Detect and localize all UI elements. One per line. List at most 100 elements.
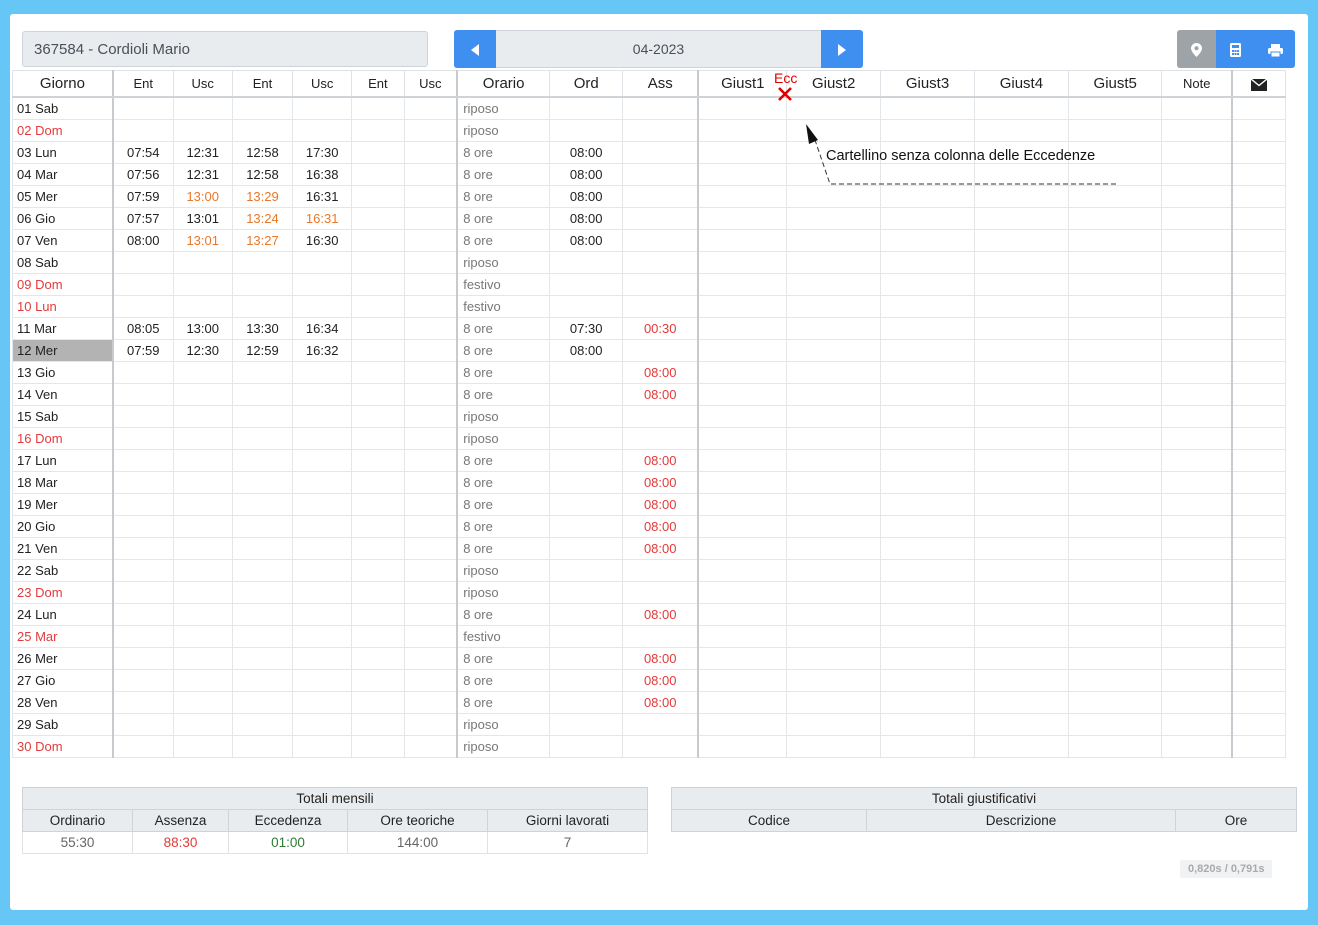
note-cell[interactable] (1161, 691, 1234, 714)
giust5-cell[interactable] (1068, 317, 1163, 340)
giust1-cell[interactable] (697, 537, 787, 560)
table-row[interactable]: 20 Gio 8 ore 08:00 (11, 515, 1287, 538)
time-cell[interactable] (172, 295, 233, 318)
time-cell[interactable] (231, 515, 294, 538)
time-cell[interactable] (231, 405, 294, 428)
email-cell[interactable] (1231, 713, 1287, 736)
time-cell[interactable] (231, 603, 294, 626)
time-cell[interactable] (112, 427, 174, 450)
time-cell[interactable] (403, 581, 458, 604)
day-cell[interactable]: 10 Lun (11, 295, 114, 318)
time-cell[interactable] (112, 669, 174, 692)
giust5-cell[interactable] (1068, 185, 1163, 208)
table-row[interactable]: 15 Sab riposo (11, 405, 1287, 428)
giust3-cell[interactable] (880, 163, 975, 186)
time-cell[interactable] (172, 273, 233, 296)
time-cell[interactable] (403, 603, 458, 626)
giust1-cell[interactable] (697, 229, 787, 252)
giust2-cell[interactable] (785, 603, 882, 626)
table-row[interactable]: 16 Dom riposo (11, 427, 1287, 450)
time-cell[interactable] (351, 339, 405, 362)
giust5-cell[interactable] (1068, 449, 1163, 472)
giust2-cell[interactable] (785, 339, 882, 362)
giust3-cell[interactable] (880, 691, 975, 714)
time-cell[interactable] (112, 96, 174, 120)
email-cell[interactable] (1231, 141, 1287, 164)
email-cell[interactable] (1231, 317, 1287, 340)
email-cell[interactable] (1231, 669, 1287, 692)
giust4-cell[interactable] (973, 229, 1070, 252)
day-cell[interactable]: 11 Mar (11, 317, 114, 340)
note-cell[interactable] (1161, 515, 1234, 538)
giust5-cell[interactable] (1068, 339, 1163, 362)
email-cell[interactable] (1231, 559, 1287, 582)
time-cell[interactable] (351, 427, 405, 450)
time-cell[interactable] (351, 317, 405, 340)
giust3-cell[interactable] (880, 471, 975, 494)
time-cell[interactable]: 16:38 (292, 163, 353, 186)
time-cell[interactable] (351, 625, 405, 648)
time-cell[interactable]: 13:01 (172, 207, 233, 230)
table-row[interactable]: 13 Gio 8 ore 08:00 (11, 361, 1287, 384)
time-cell[interactable] (403, 471, 458, 494)
giust5-cell[interactable] (1068, 559, 1163, 582)
giust3-cell[interactable] (880, 405, 975, 428)
time-cell[interactable] (351, 647, 405, 670)
table-row[interactable]: 26 Mer 8 ore 08:00 (11, 647, 1287, 670)
time-cell[interactable] (112, 537, 174, 560)
giust2-cell[interactable] (785, 647, 882, 670)
time-cell[interactable] (351, 119, 405, 142)
giust2-cell[interactable] (785, 119, 882, 142)
note-cell[interactable] (1161, 647, 1234, 670)
time-cell[interactable] (112, 119, 174, 142)
day-cell[interactable]: 04 Mar (11, 163, 114, 186)
time-cell[interactable] (292, 427, 353, 450)
giust2-cell[interactable] (785, 317, 882, 340)
email-cell[interactable] (1231, 251, 1287, 274)
time-cell[interactable] (172, 449, 233, 472)
giust3-cell[interactable] (880, 581, 975, 604)
giust2-cell[interactable] (785, 493, 882, 516)
day-cell[interactable]: 18 Mar (11, 471, 114, 494)
giust1-cell[interactable] (697, 669, 787, 692)
giust5-cell[interactable] (1068, 691, 1163, 714)
giust4-cell[interactable] (973, 471, 1070, 494)
giust5-cell[interactable] (1068, 207, 1163, 230)
time-cell[interactable] (351, 493, 405, 516)
email-cell[interactable] (1231, 163, 1287, 186)
giust2-cell[interactable] (785, 471, 882, 494)
note-cell[interactable] (1161, 427, 1234, 450)
time-cell[interactable]: 08:05 (112, 317, 174, 340)
time-cell[interactable] (403, 96, 458, 120)
giust5-cell[interactable] (1068, 471, 1163, 494)
giust3-cell[interactable] (880, 119, 975, 142)
time-cell[interactable] (172, 669, 233, 692)
time-cell[interactable] (292, 449, 353, 472)
giust2-cell[interactable] (785, 735, 882, 758)
time-cell[interactable] (351, 515, 405, 538)
giust1-cell[interactable] (697, 691, 787, 714)
time-cell[interactable] (351, 713, 405, 736)
giust1-cell[interactable] (697, 713, 787, 736)
note-cell[interactable] (1161, 493, 1234, 516)
table-row[interactable]: 17 Lun 8 ore 08:00 (11, 449, 1287, 472)
time-cell[interactable] (403, 207, 458, 230)
giust4-cell[interactable] (973, 735, 1070, 758)
giust1-cell[interactable] (697, 273, 787, 296)
email-cell[interactable] (1231, 581, 1287, 604)
time-cell[interactable] (403, 713, 458, 736)
time-cell[interactable] (351, 295, 405, 318)
time-cell[interactable]: 16:31 (292, 185, 353, 208)
table-row[interactable]: 14 Ven 8 ore 08:00 (11, 383, 1287, 406)
employee-field[interactable]: 367584 - Cordioli Mario (22, 31, 428, 67)
giust4-cell[interactable] (973, 207, 1070, 230)
time-cell[interactable] (172, 427, 233, 450)
email-cell[interactable] (1231, 647, 1287, 670)
giust1-cell[interactable] (697, 515, 787, 538)
time-cell[interactable] (403, 625, 458, 648)
time-cell[interactable]: 07:57 (112, 207, 174, 230)
giust4-cell[interactable] (973, 251, 1070, 274)
note-cell[interactable] (1161, 735, 1234, 758)
note-cell[interactable] (1161, 581, 1234, 604)
giust3-cell[interactable] (880, 383, 975, 406)
